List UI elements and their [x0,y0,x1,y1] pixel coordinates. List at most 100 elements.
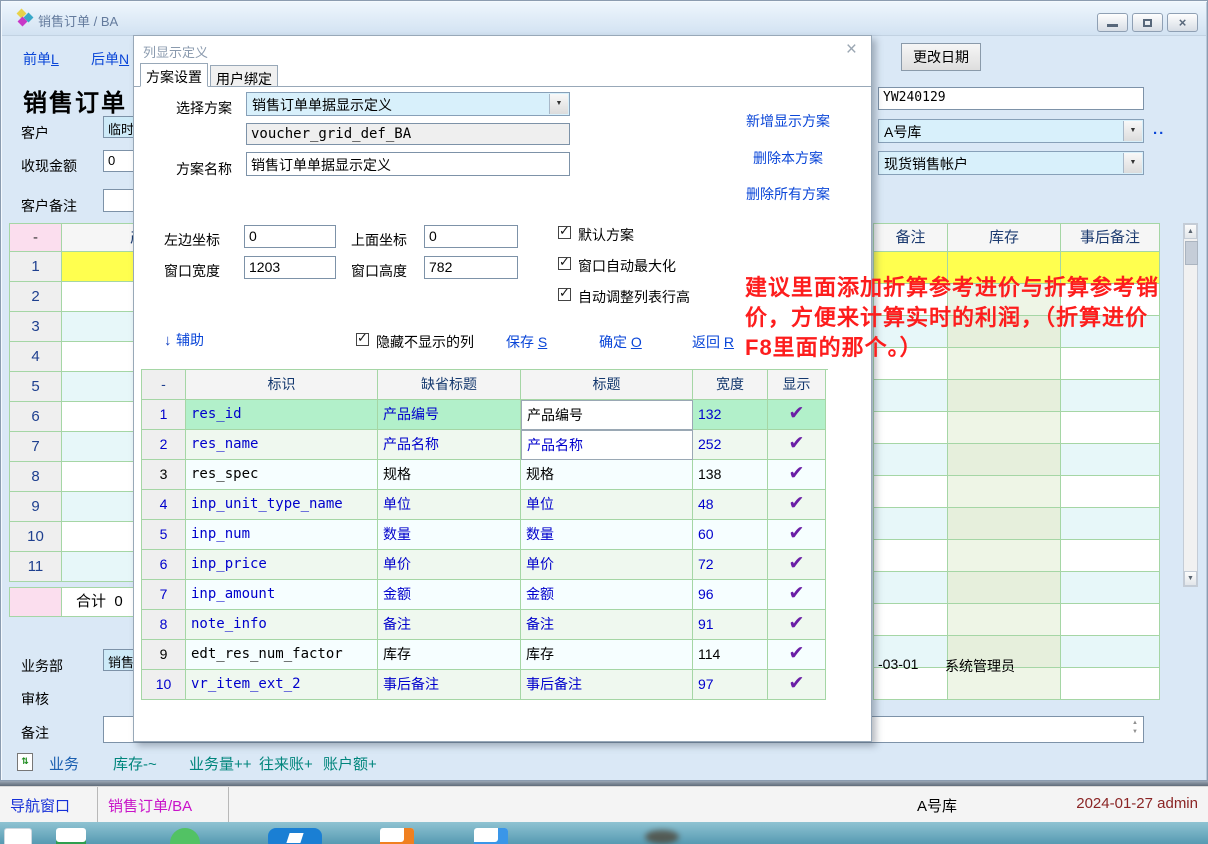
cell-visible[interactable]: ✔ [768,550,826,580]
post-note-cell[interactable] [1061,508,1160,540]
cell-width[interactable]: 114 [693,640,768,670]
post-note-cell[interactable] [1061,412,1160,444]
post-note-cell[interactable] [1061,380,1160,412]
cell-visible[interactable]: ✔ [768,520,826,550]
table-row[interactable]: 8 [10,462,134,492]
balance-link[interactable]: 账户额+ [323,753,377,774]
spinner-icon[interactable]: ▲▼ [1129,719,1141,737]
post-note-cell[interactable] [1061,572,1160,604]
post-note-cell[interactable] [1061,636,1160,668]
cell-title[interactable]: 单价 [521,550,693,580]
row-number-cell[interactable]: 4 [10,342,62,372]
stock-cell[interactable] [948,476,1061,508]
product-id-cell[interactable] [62,342,134,372]
cell-width[interactable]: 72 [693,550,768,580]
post-note-cell[interactable] [1061,668,1160,700]
note-cell[interactable] [874,380,948,412]
cell-visible[interactable]: ✔ [768,580,826,610]
check-icon[interactable]: ✔ [789,673,805,694]
note-cell[interactable] [874,508,948,540]
cell-visible[interactable]: ✔ [768,640,826,670]
cell-row-number[interactable]: 7 [142,580,186,610]
cell-identifier[interactable]: res_id [186,400,378,430]
chevron-down-icon[interactable]: ▼ [1123,153,1142,173]
check-icon[interactable]: ✔ [789,613,805,634]
table-row[interactable]: 11 [10,552,134,582]
wechat-icon[interactable] [170,828,200,844]
product-id-cell[interactable] [62,552,134,582]
table-row[interactable]: 1 [10,252,134,282]
tab-scheme-settings[interactable]: 方案设置 [140,63,208,87]
cell-visible[interactable]: ✔ [768,400,826,430]
check-icon[interactable]: ✔ [789,523,805,544]
cell-title[interactable]: 规格 [521,460,693,490]
table-row[interactable]: 7 [10,432,134,462]
cell-visible[interactable]: ✔ [768,670,826,700]
scheme-select[interactable]: 销售订单单据显示定义 ▼ [246,92,570,116]
sales-order-tab[interactable]: 销售订单/BA [108,795,192,816]
next-order-link[interactable]: 后单N [91,49,129,69]
post-note-cell[interactable] [1061,476,1160,508]
check-icon[interactable]: ✔ [789,463,805,484]
add-scheme-link[interactable]: 新增显示方案 [746,111,830,131]
business-link[interactable]: 业务 [49,753,79,774]
cell-visible[interactable]: ✔ [768,430,826,460]
check-icon[interactable]: ✔ [789,433,805,454]
cell-default-title[interactable]: 事后备注 [378,670,521,700]
cell-width[interactable]: 60 [693,520,768,550]
chevron-down-icon[interactable]: ▼ [1123,121,1142,141]
cell-row-number[interactable]: 4 [142,490,186,520]
product-id-cell[interactable] [62,252,134,282]
product-id-cell[interactable] [62,372,134,402]
aux-link[interactable]: ↓ 辅助 [164,330,204,350]
table-row[interactable] [874,668,1160,700]
cell-row-number[interactable]: 3 [142,460,186,490]
cell-identifier[interactable]: edt_res_num_factor [186,640,378,670]
warehouse-select[interactable]: A号库 ▼ [878,119,1144,143]
cell-row-number[interactable]: 9 [142,640,186,670]
check-icon[interactable]: ✔ [789,493,805,514]
note-cell[interactable] [874,572,948,604]
column-def-row[interactable]: 1res_id产品编号产品编号132✔ [142,400,828,430]
cell-default-title[interactable]: 规格 [378,460,521,490]
left-coord-field[interactable]: 0 [244,225,336,248]
row-number-cell[interactable]: 3 [10,312,62,342]
auto-maximize-checkbox[interactable] [558,257,571,270]
cell-identifier[interactable]: vr_item_ext_2 [186,670,378,700]
scroll-up-icon[interactable]: ▲ [1184,224,1197,239]
note-cell[interactable] [874,412,948,444]
save-button[interactable]: 保存 S [506,332,547,352]
column-def-row[interactable]: 7inp_amount金额金额96✔ [142,580,828,610]
note-cell[interactable] [874,604,948,636]
cell-identifier[interactable]: inp_num [186,520,378,550]
table-row[interactable]: 6 [10,402,134,432]
row-number-cell[interactable]: 11 [10,552,62,582]
table-row[interactable]: 10 [10,522,134,552]
window-width-field[interactable]: 1203 [244,256,336,279]
cell-row-number[interactable]: 8 [142,610,186,640]
tab-user-binding[interactable]: 用户绑定 [210,65,278,87]
note-cell[interactable] [874,668,948,700]
check-icon[interactable]: ✔ [789,403,805,424]
excel-doc-icon[interactable] [56,828,86,844]
ok-button[interactable]: 确定 O [599,332,642,352]
top-coord-field[interactable]: 0 [424,225,518,248]
table-row[interactable] [874,540,1160,572]
cell-title[interactable]: 产品名称 [521,430,693,460]
cell-title[interactable]: 单位 [521,490,693,520]
cell-default-title[interactable]: 备注 [378,610,521,640]
cell-default-title[interactable]: 单位 [378,490,521,520]
stock-cell[interactable] [948,540,1061,572]
cell-title[interactable]: 金额 [521,580,693,610]
hide-columns-checkbox[interactable] [356,333,369,346]
row-number-cell[interactable]: 9 [10,492,62,522]
chevron-down-icon[interactable]: ▼ [549,94,568,114]
cell-width[interactable]: 91 [693,610,768,640]
column-def-row[interactable]: 5inp_num数量数量60✔ [142,520,828,550]
post-note-cell[interactable] [1061,604,1160,636]
minimize-button[interactable] [1097,13,1128,32]
restore-button[interactable] [1132,13,1163,32]
cell-identifier[interactable]: note_info [186,610,378,640]
cell-width[interactable]: 138 [693,460,768,490]
stock-cell[interactable] [948,444,1061,476]
